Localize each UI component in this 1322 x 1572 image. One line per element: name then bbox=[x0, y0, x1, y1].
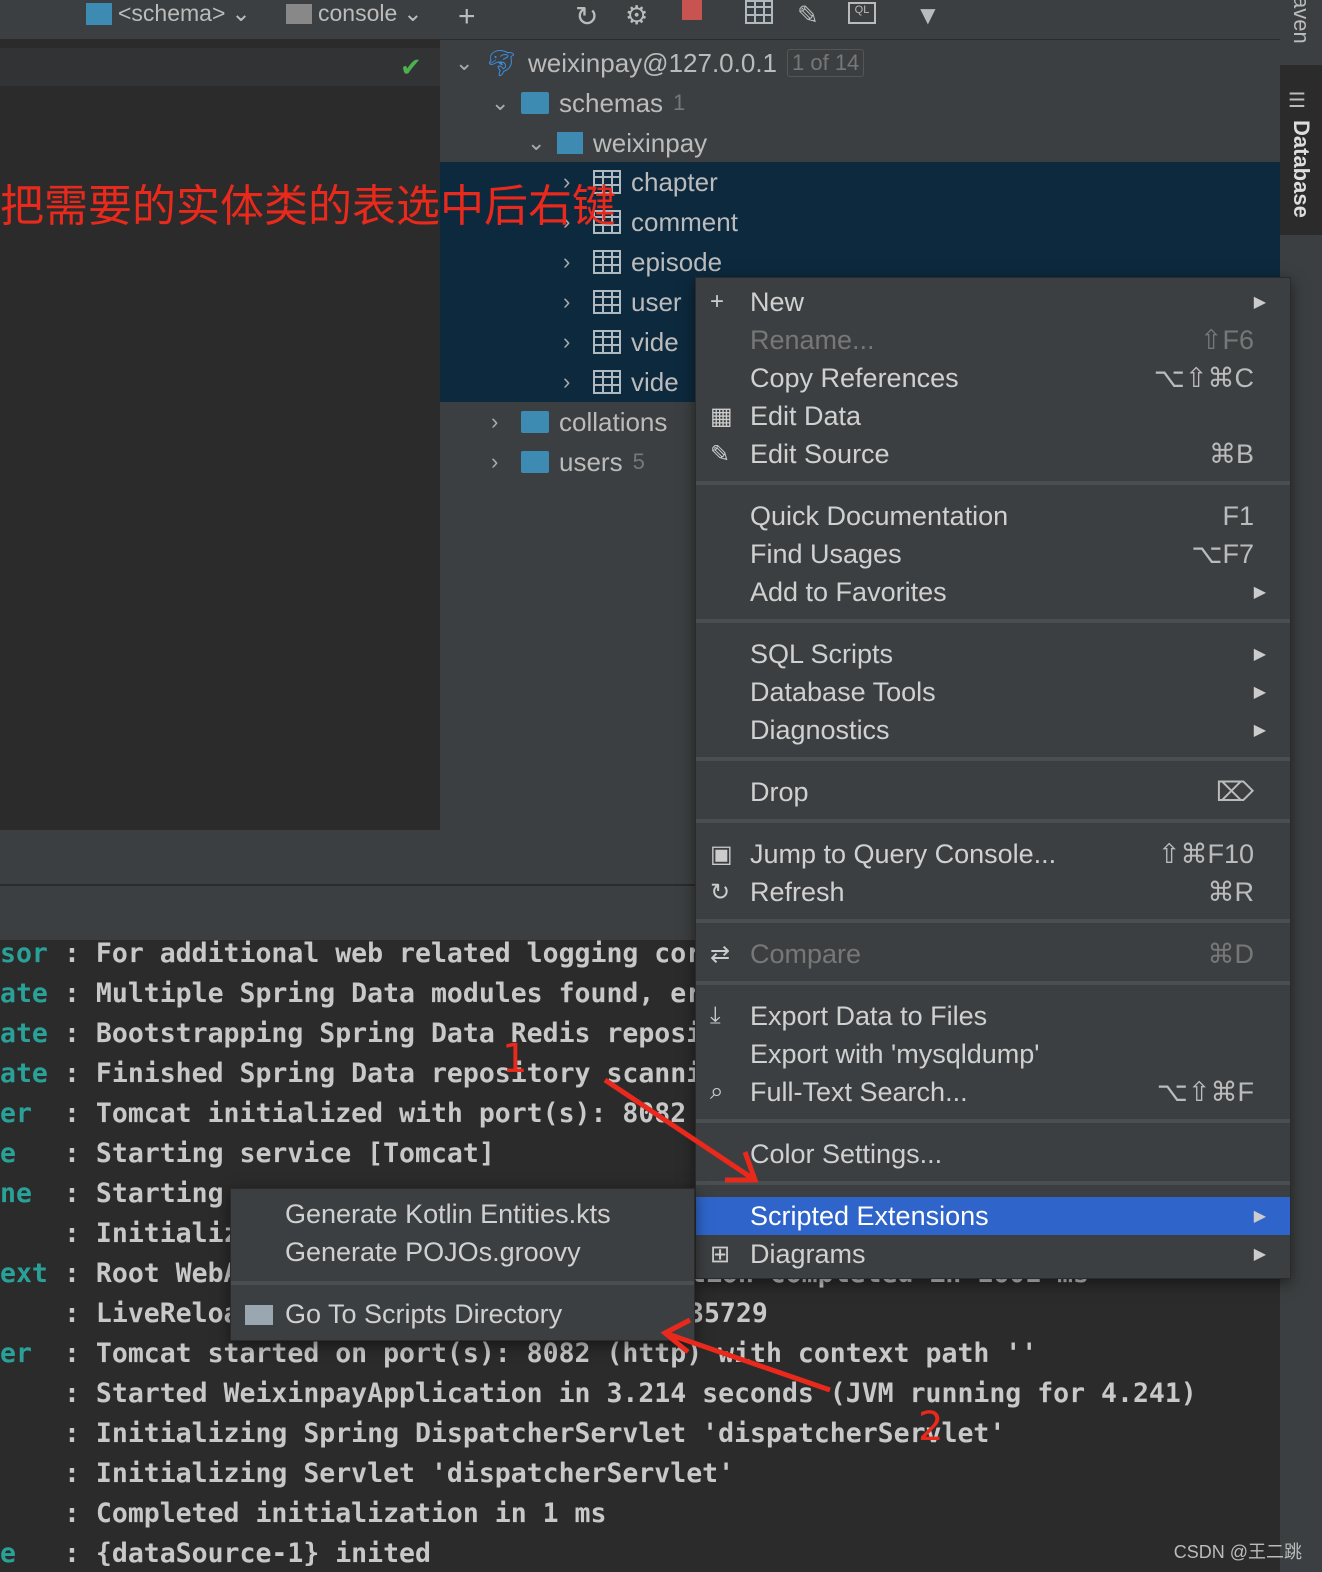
marker-1: 1 bbox=[502, 1036, 527, 1082]
watermark: CSDN @王二跳 bbox=[1173, 1542, 1302, 1562]
annotation-arrows: 1 2 bbox=[502, 1036, 943, 1450]
marker-2: 2 bbox=[918, 1404, 943, 1450]
arrow-1 bbox=[603, 1077, 757, 1183]
arrow-2 bbox=[664, 1330, 831, 1393]
